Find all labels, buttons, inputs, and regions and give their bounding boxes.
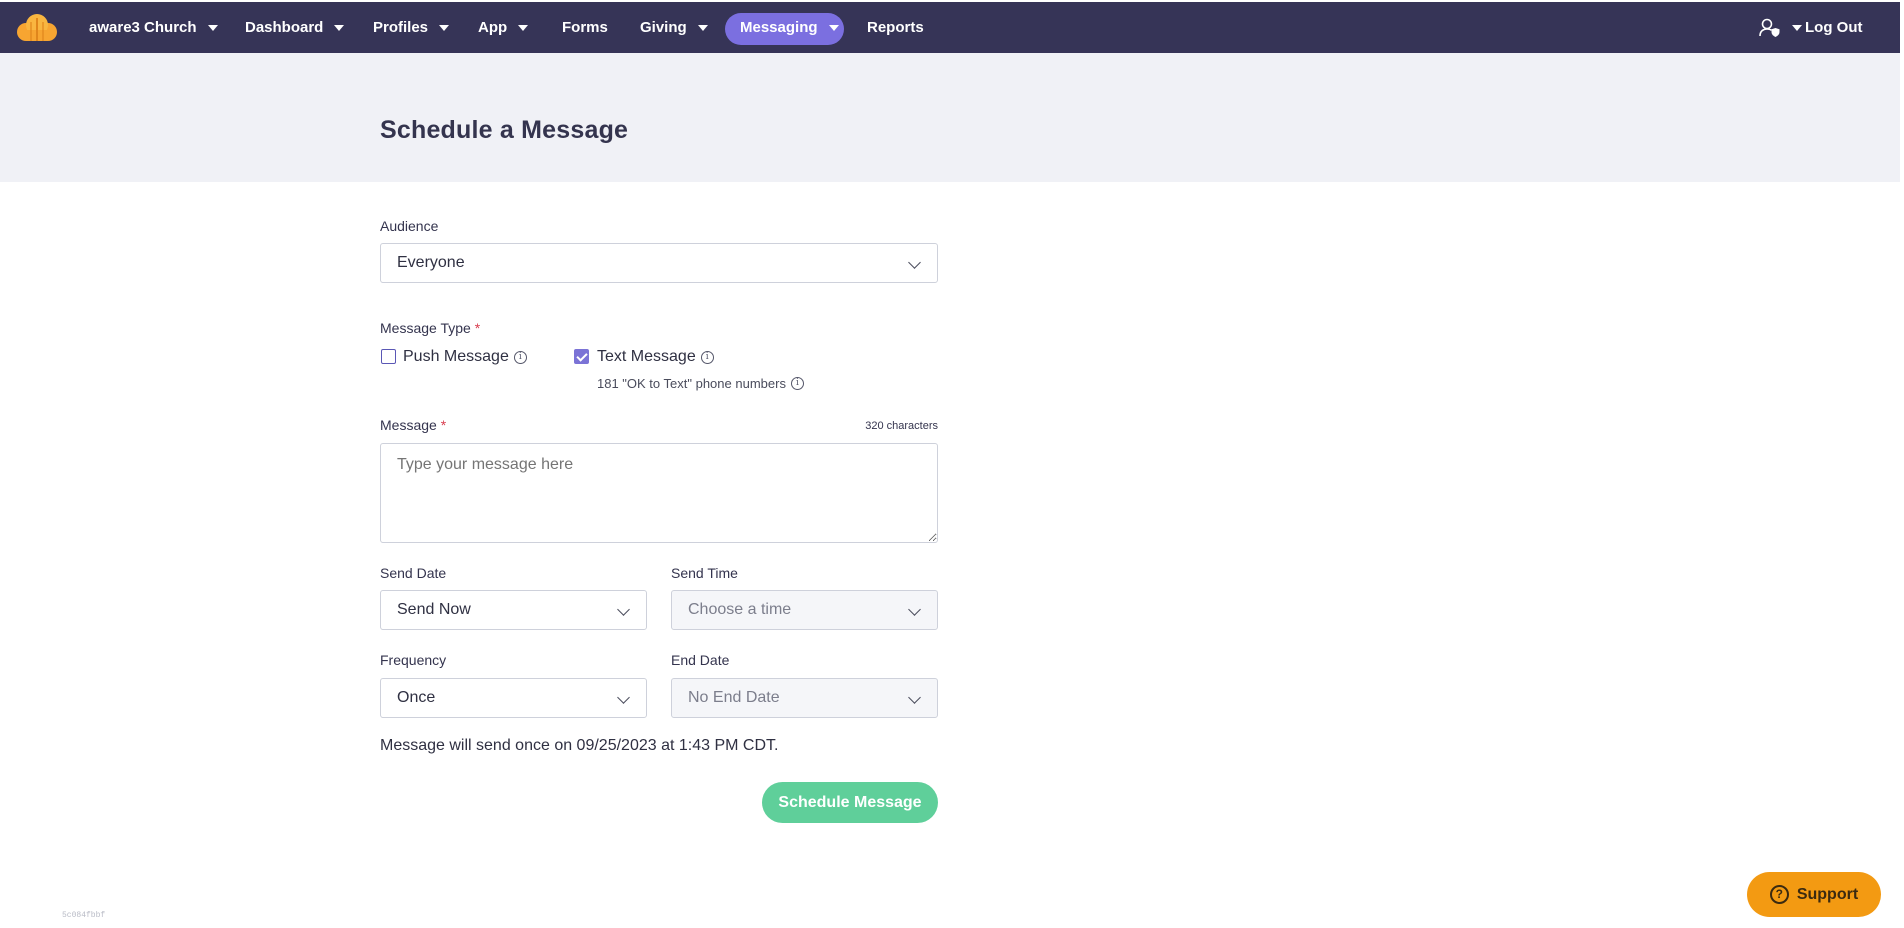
frequency-label: Frequency	[380, 652, 447, 668]
nav-giving-label: Giving	[640, 19, 687, 36]
top-navigation-bar: aware3 Church Dashboard Profiles App For…	[0, 2, 1900, 53]
info-icon[interactable]: i	[700, 350, 714, 364]
frequency-value: Once	[397, 689, 436, 706]
push-message-label: Push Message	[403, 348, 509, 365]
caret-down-icon	[334, 24, 345, 31]
nav-reports-label: Reports	[867, 19, 924, 36]
send-time-label: Send Time	[671, 565, 738, 581]
nav-app-label: App	[478, 19, 508, 36]
nav-forms-label: Forms	[562, 19, 608, 36]
text-message-option[interactable]: Text Message i	[597, 348, 714, 366]
chevron-down-icon	[617, 603, 630, 616]
support-button[interactable]: ? Support	[1747, 872, 1881, 917]
user-shield-icon	[1759, 18, 1780, 37]
schedule-summary: Message will send once on 09/25/2023 at …	[380, 737, 779, 754]
send-date-select[interactable]: Send Now	[380, 590, 647, 630]
info-icon[interactable]: i	[790, 377, 804, 390]
audience-label: Audience	[380, 218, 438, 234]
required-marker: *	[440, 417, 447, 433]
required-marker: *	[474, 320, 481, 336]
page-header	[0, 53, 1900, 182]
nav-app[interactable]: App	[478, 2, 529, 53]
message-type-label: Message Type *	[380, 320, 480, 336]
character-count: 320 characters	[865, 420, 938, 432]
push-message-checkbox[interactable]	[381, 349, 396, 364]
caret-down-icon	[439, 24, 450, 31]
audience-value: Everyone	[397, 254, 465, 271]
nav-messaging[interactable]: Messaging	[740, 2, 839, 53]
nav-profiles-label: Profiles	[373, 19, 429, 36]
message-label: Message *	[380, 417, 446, 433]
audience-select[interactable]: Everyone	[380, 243, 938, 283]
message-type-label-text: Message Type	[380, 320, 471, 336]
nav-dashboard[interactable]: Dashboard	[245, 2, 345, 53]
chevron-down-icon	[908, 691, 921, 704]
send-time-select[interactable]: Choose a time	[671, 590, 938, 630]
nav-reports[interactable]: Reports	[867, 2, 924, 53]
end-date-value: No End Date	[688, 689, 780, 706]
schedule-message-button[interactable]: Schedule Message	[762, 782, 938, 823]
end-date-select[interactable]: No End Date	[671, 678, 938, 718]
send-date-label: Send Date	[380, 565, 447, 581]
page-title: Schedule a Message	[380, 116, 629, 144]
push-message-option[interactable]: Push Message i	[403, 348, 527, 366]
chevron-down-icon	[908, 256, 921, 269]
send-date-value: Send Now	[397, 601, 471, 618]
caret-down-icon	[518, 24, 529, 31]
ok-to-text-count-text: 181 "OK to Text" phone numbers	[597, 376, 786, 391]
support-label: Support	[1796, 885, 1859, 903]
version-hash: 5c084fbbf	[62, 911, 106, 920]
nav-forms[interactable]: Forms	[562, 2, 608, 53]
nav-giving[interactable]: Giving	[640, 2, 708, 53]
ok-to-text-count: 181 "OK to Text" phone numbers i	[597, 376, 804, 391]
message-label-text: Message	[380, 417, 437, 433]
audience-label-text: Audience	[380, 218, 439, 234]
logout-link[interactable]: Log Out	[1805, 2, 1862, 53]
org-name: aware3 Church	[89, 19, 197, 36]
info-icon[interactable]: i	[513, 350, 527, 364]
caret-down-icon	[1792, 24, 1802, 31]
question-icon: ?	[1769, 885, 1789, 904]
caret-down-icon	[207, 24, 218, 31]
chevron-down-icon	[617, 691, 630, 704]
user-menu[interactable]	[1759, 2, 1802, 53]
logout-label: Log Out	[1805, 19, 1863, 36]
chevron-down-icon	[908, 603, 921, 616]
nav-messaging-label: Messaging	[740, 19, 818, 36]
frequency-select[interactable]: Once	[380, 678, 647, 718]
nav-profiles[interactable]: Profiles	[373, 2, 450, 53]
end-date-label: End Date	[671, 652, 730, 668]
text-message-checkbox[interactable]	[574, 349, 589, 364]
text-message-label: Text Message	[597, 348, 696, 365]
message-textarea[interactable]	[380, 443, 938, 543]
send-time-value: Choose a time	[688, 601, 792, 618]
aware3-logo-icon[interactable]	[14, 12, 60, 42]
org-switcher[interactable]: aware3 Church	[89, 2, 218, 53]
caret-down-icon	[697, 24, 708, 31]
caret-down-icon	[828, 24, 839, 31]
nav-dashboard-label: Dashboard	[245, 19, 324, 36]
